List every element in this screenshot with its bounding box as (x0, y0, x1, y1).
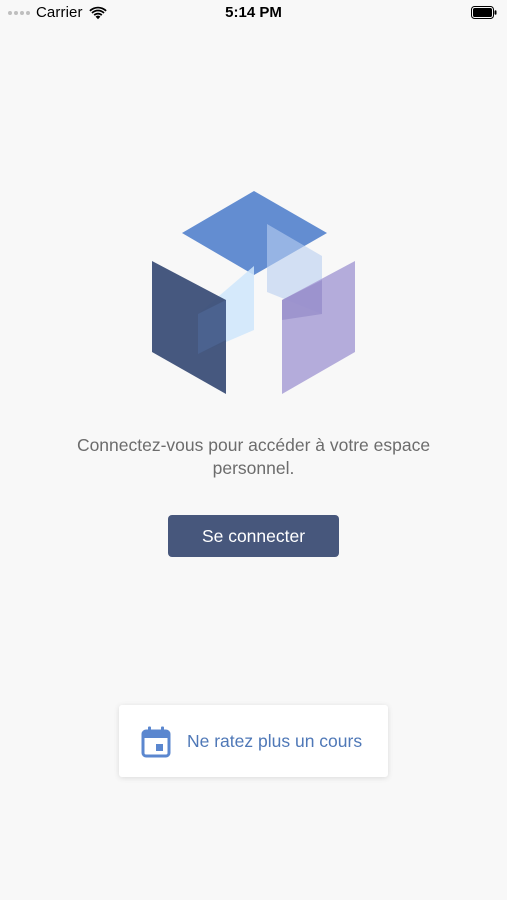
cube-logo-icon (152, 191, 355, 394)
connect-button[interactable]: Se connecter (168, 515, 339, 557)
status-time: 5:14 PM (225, 4, 282, 21)
reminder-label: Ne ratez plus un cours (187, 731, 363, 751)
battery-icon (471, 6, 497, 19)
reminder-card[interactable]: Ne ratez plus un cours (119, 705, 388, 777)
login-message: Connectez-vous pour accéder à votre espa… (76, 435, 431, 478)
status-bar: Carrier 5:14 PM (0, 0, 507, 28)
calendar-icon (141, 726, 171, 758)
